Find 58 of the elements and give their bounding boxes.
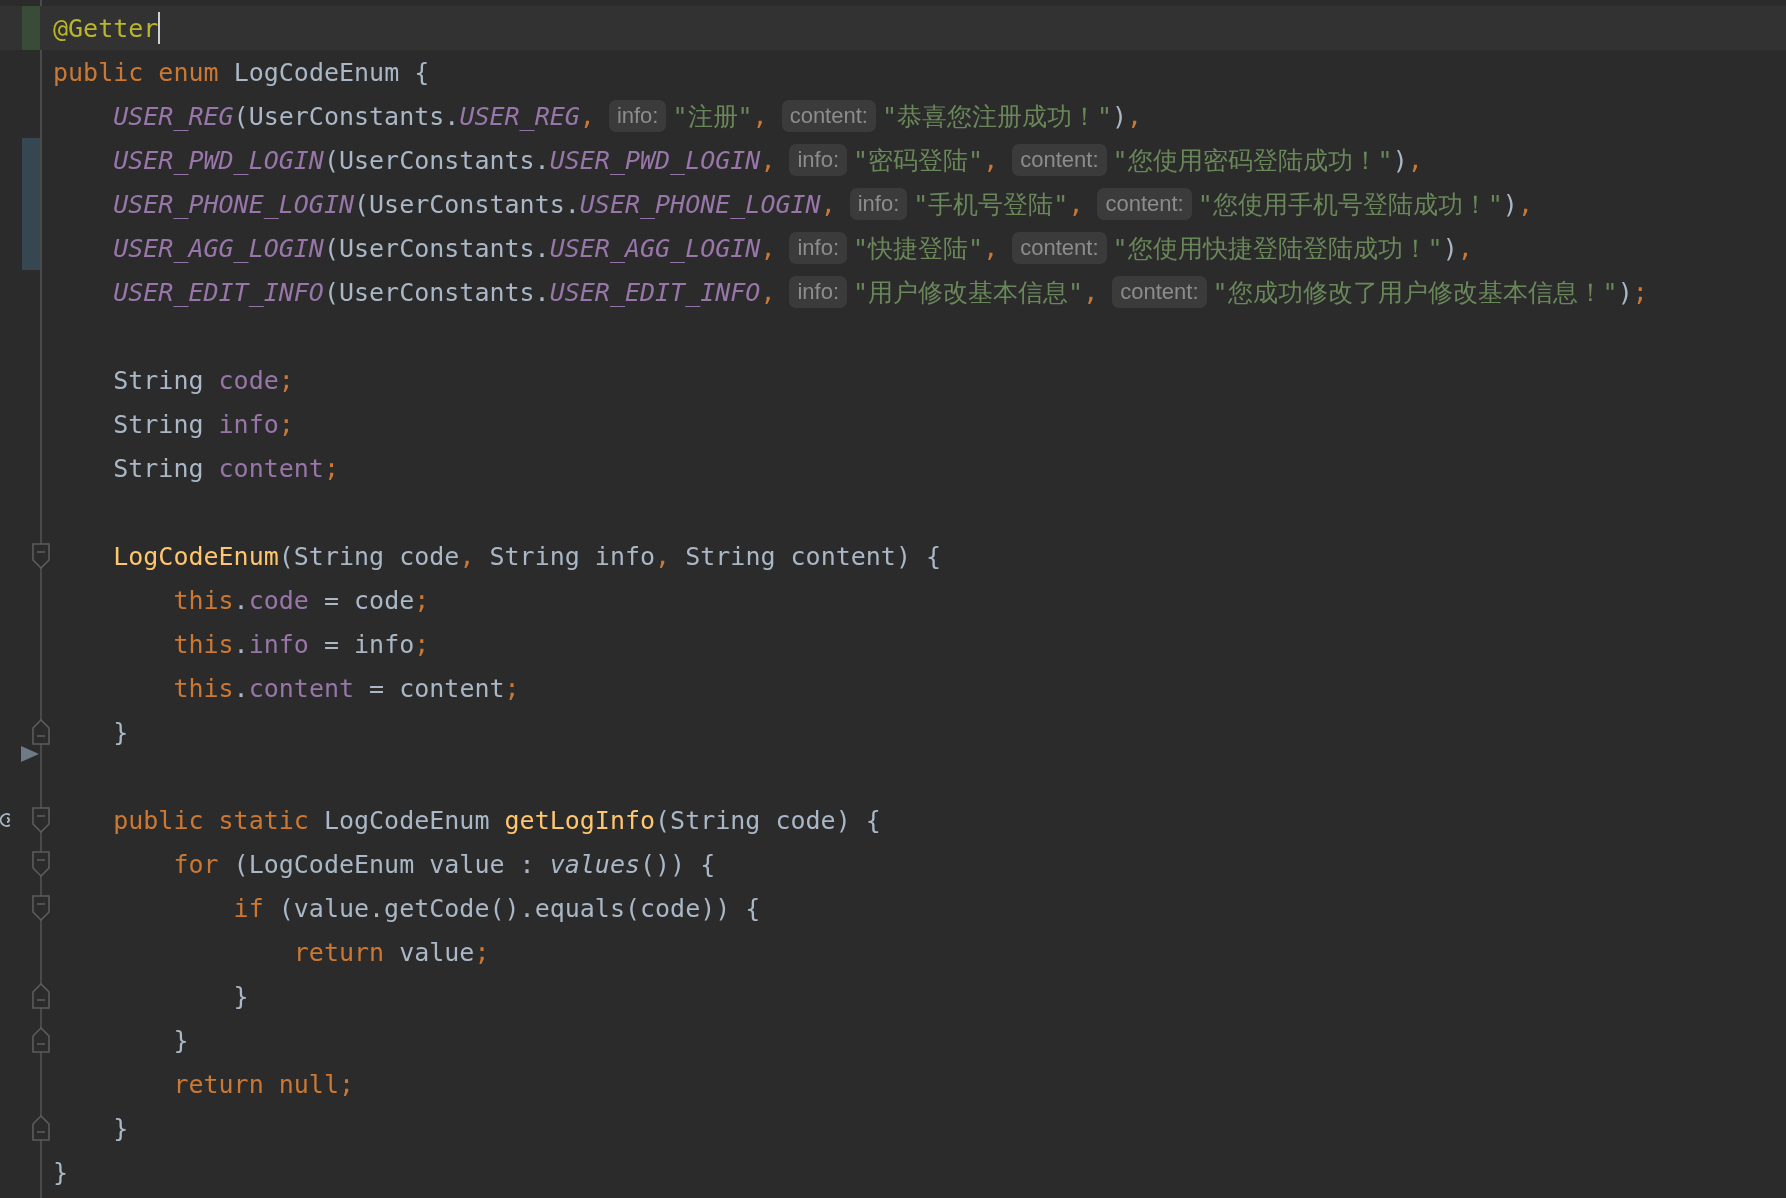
fold-icon[interactable] bbox=[32, 807, 50, 833]
change-marker[interactable] bbox=[22, 138, 40, 182]
code-text: "用户修改基本信息", bbox=[853, 276, 1099, 309]
code-text: } bbox=[233, 981, 249, 1011]
code-text: "手机号登陆", bbox=[913, 188, 1084, 221]
code-text: } bbox=[173, 1025, 189, 1055]
parameter-hint: info: bbox=[789, 232, 848, 264]
code-text: "快捷登陆", bbox=[853, 232, 999, 265]
code-text: "注册", bbox=[672, 100, 768, 133]
unfold-icon[interactable] bbox=[32, 983, 50, 1009]
unfold-icon[interactable] bbox=[32, 719, 50, 745]
fold-icon[interactable] bbox=[32, 543, 50, 569]
code-text: USER_PWD_LOGIN(UserConstants.USER_PWD_LOGIN, bbox=[113, 145, 776, 175]
fold-icon[interactable] bbox=[32, 851, 50, 877]
parameter-hint: content: bbox=[781, 100, 876, 132]
parameter-hint: info: bbox=[849, 188, 908, 220]
code-text: public static LogCodeEnum getLogInfo(String code) { bbox=[113, 805, 881, 835]
code-text: } bbox=[113, 1113, 129, 1143]
code-text: } bbox=[113, 717, 129, 747]
code-text: "您成功修改了用户修改基本信息！"); bbox=[1212, 276, 1648, 309]
code-text: "密码登陆", bbox=[853, 144, 999, 177]
code-text: USER_REG(UserConstants.USER_REG, bbox=[113, 101, 595, 131]
parameter-hint: info: bbox=[608, 100, 667, 132]
change-marker[interactable] bbox=[22, 226, 40, 270]
code-text: String content; bbox=[113, 453, 339, 483]
parameter-hint: info: bbox=[789, 144, 848, 176]
parameter-hint: content: bbox=[1012, 144, 1107, 176]
unfold-icon[interactable] bbox=[32, 1115, 50, 1141]
unfold-icon[interactable] bbox=[32, 1027, 50, 1053]
parameter-hint: content: bbox=[1012, 232, 1107, 264]
code-text: LogCodeEnum(String code, String info, String content) { bbox=[113, 541, 942, 571]
code-text: if (value.getCode().equals(code)) { bbox=[233, 893, 761, 923]
fold-icon[interactable] bbox=[32, 895, 50, 921]
code-text: @Getter bbox=[53, 13, 159, 43]
code-text: this.info = info; bbox=[173, 629, 430, 659]
triangle-icon[interactable] bbox=[20, 746, 40, 762]
code-text: } bbox=[53, 1157, 69, 1187]
code-text: USER_EDIT_INFO(UserConstants.USER_EDIT_INFO, bbox=[113, 277, 776, 307]
code-editor[interactable] bbox=[0, 0, 1786, 1198]
code-text: return null; bbox=[173, 1069, 354, 1099]
code-text: return value; bbox=[293, 937, 490, 967]
at-sign-icon[interactable] bbox=[0, 810, 10, 830]
parameter-hint: content: bbox=[1097, 188, 1192, 220]
code-text: public enum LogCodeEnum { bbox=[53, 57, 430, 87]
parameter-hint: content: bbox=[1112, 276, 1207, 308]
code-text: this.content = content; bbox=[173, 673, 520, 703]
change-marker[interactable] bbox=[22, 6, 40, 50]
code-text: "您使用手机号登陆成功！"), bbox=[1197, 188, 1533, 221]
code-text: String info; bbox=[113, 409, 294, 439]
code-text: USER_PHONE_LOGIN(UserConstants.USER_PHONE_LOGIN, bbox=[113, 189, 836, 219]
code-text: "恭喜您注册成功！"), bbox=[881, 100, 1143, 133]
code-text: String code; bbox=[113, 365, 294, 395]
code-text: "您使用密码登陆成功！"), bbox=[1112, 144, 1423, 177]
code-text: for (LogCodeEnum value : values()) { bbox=[173, 849, 716, 879]
code-text: this.code = code; bbox=[173, 585, 430, 615]
code-text: USER_AGG_LOGIN(UserConstants.USER_AGG_LOGIN, bbox=[113, 233, 776, 263]
code-text: "您使用快捷登陆登陆成功！"), bbox=[1112, 232, 1473, 265]
parameter-hint: info: bbox=[789, 276, 848, 308]
